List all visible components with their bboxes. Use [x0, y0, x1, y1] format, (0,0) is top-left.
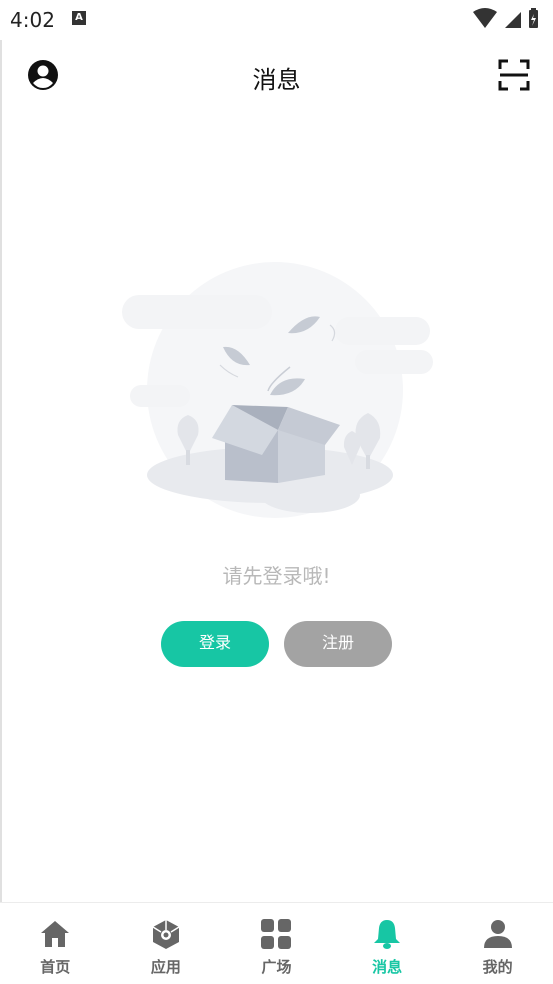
- top-app-bar: 消息: [0, 40, 553, 112]
- tab-label-square: 广场: [261, 958, 292, 976]
- notification-app-icon: A: [72, 11, 86, 25]
- login-prompt-text: 请先登录哦!: [222, 564, 331, 588]
- bottom-tab-bar: 首页 应用 广场 消息 我的: [0, 902, 553, 984]
- tab-home[interactable]: 首页: [0, 903, 111, 984]
- bell-icon: [374, 920, 401, 949]
- empty-box-illustration: [122, 262, 433, 518]
- login-button[interactable]: 登录: [161, 621, 269, 667]
- wifi-icon: [473, 8, 497, 28]
- tab-label-apps: 应用: [150, 958, 181, 976]
- home-icon: [41, 921, 70, 947]
- cube-icon: [152, 920, 180, 949]
- status-time: 4:02: [10, 8, 55, 32]
- tab-messages[interactable]: 消息: [332, 903, 443, 984]
- page-title: 消息: [252, 66, 301, 94]
- left-edge-line: [0, 40, 2, 984]
- tab-label-profile: 我的: [482, 958, 513, 976]
- status-indicators: [473, 8, 538, 28]
- tab-label-messages: 消息: [372, 958, 403, 976]
- register-button[interactable]: 注册: [284, 621, 392, 667]
- signal-icon: [505, 12, 521, 28]
- scan-icon[interactable]: [497, 58, 531, 92]
- person-icon: [483, 920, 512, 948]
- status-bar: 4:02 A: [0, 0, 553, 40]
- grid-icon: [261, 919, 292, 949]
- tab-profile[interactable]: 我的: [442, 903, 553, 984]
- tab-label-home: 首页: [40, 958, 71, 976]
- tab-apps[interactable]: 应用: [111, 903, 222, 984]
- tab-square[interactable]: 广场: [221, 903, 332, 984]
